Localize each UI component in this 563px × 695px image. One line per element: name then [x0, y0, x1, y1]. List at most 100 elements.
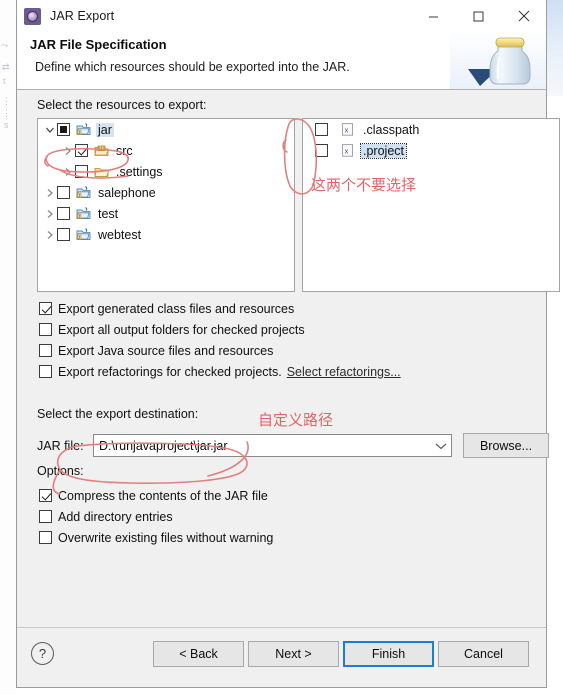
xml-file-icon: x	[340, 143, 357, 158]
jar-file-value: D:\runjavaproject\jar.jar	[99, 438, 228, 453]
source-folder-icon	[93, 143, 110, 158]
chevron-right-icon[interactable]	[60, 143, 75, 158]
jar-file-row: JAR file: D:\runjavaproject\jar.jar Brow…	[37, 433, 549, 458]
jar-option[interactable]: Compress the contents of the JAR file	[39, 485, 273, 506]
chevron-right-icon[interactable]	[42, 185, 57, 200]
finish-button[interactable]: Finish	[343, 641, 434, 667]
jar-option-label: Compress the contents of the JAR file	[58, 488, 268, 503]
help-button[interactable]: ?	[31, 642, 54, 665]
tree-row[interactable]: Jtest	[38, 203, 294, 224]
export-options-group: Export generated class files and resourc…	[39, 298, 401, 382]
jar-option[interactable]: Overwrite existing files without warning	[39, 527, 273, 548]
background-glyph: ⋮	[2, 108, 11, 118]
export-option[interactable]: Export refactorings for checked projects…	[39, 361, 401, 382]
svg-text:J: J	[78, 214, 80, 219]
close-button[interactable]	[501, 0, 546, 32]
minimize-button[interactable]	[411, 0, 456, 32]
export-option[interactable]: Export generated class files and resourc…	[39, 298, 401, 319]
file-row-label: .classpath	[363, 122, 420, 137]
export-option-checkbox[interactable]	[39, 323, 52, 336]
tree-row-label: webtest	[98, 227, 142, 242]
tree-row-label: src	[116, 143, 133, 158]
export-option-label: Export Java source files and resources	[58, 343, 274, 358]
tree-row-label: test	[98, 206, 119, 221]
svg-text:x: x	[345, 146, 349, 155]
select-refactorings-link[interactable]: Select refactorings...	[287, 365, 401, 379]
svg-text:J: J	[78, 193, 80, 198]
chevron-right-icon[interactable]	[42, 227, 57, 242]
export-option-label: Export all output folders for checked pr…	[58, 322, 305, 337]
file-row[interactable]: x .classpath	[303, 119, 559, 140]
next-button[interactable]: Next >	[248, 641, 339, 667]
tree-checkbox[interactable]	[57, 228, 70, 241]
jar-option-label: Add directory entries	[58, 509, 173, 524]
jar-option-label: Overwrite existing files without warning	[58, 530, 274, 545]
tree-row[interactable]: .settings	[38, 161, 294, 182]
dialog-content: Select the resources to export: Jjar src.…	[17, 90, 560, 627]
browse-button[interactable]: Browse...	[463, 433, 549, 458]
export-option-checkbox[interactable]	[39, 365, 52, 378]
chevron-right-icon[interactable]	[60, 164, 75, 179]
svg-text:J: J	[78, 235, 80, 240]
back-button[interactable]: < Back	[153, 641, 244, 667]
java-project-icon: J	[75, 227, 92, 242]
tree-checkbox[interactable]	[57, 207, 70, 220]
chevron-down-icon[interactable]	[435, 435, 447, 456]
tree-checkbox[interactable]	[57, 186, 70, 199]
jar-option-checkbox[interactable]	[39, 531, 52, 544]
file-row-label: .project	[360, 142, 407, 159]
eclipse-jar-icon	[24, 7, 41, 25]
export-option-checkbox[interactable]	[39, 344, 52, 357]
title-bar: JAR Export	[17, 0, 546, 32]
tree-checkbox[interactable]	[75, 144, 88, 157]
java-project-icon: J	[75, 122, 92, 137]
background-glyph: ⋮	[2, 96, 11, 106]
tree-row-label: salephone	[98, 185, 156, 200]
tree-row[interactable]: Jsalephone	[38, 182, 294, 203]
java-project-icon: J	[75, 206, 92, 221]
dialog-button-bar: < Back Next > Finish Cancel	[153, 641, 529, 667]
export-option-checkbox[interactable]	[39, 302, 52, 315]
tree-row-label: .settings	[116, 164, 163, 179]
wizard-header: JAR File Specification Define which reso…	[17, 29, 546, 90]
svg-text:J: J	[78, 130, 80, 135]
background-glyph: ⤳	[1, 40, 9, 50]
tree-row[interactable]: Jwebtest	[38, 224, 294, 245]
resources-label: Select the resources to export:	[37, 98, 207, 112]
maximize-button[interactable]	[456, 0, 501, 32]
jar-option-checkbox[interactable]	[39, 510, 52, 523]
file-checkbox[interactable]	[315, 144, 328, 157]
jar-option-checkbox[interactable]	[39, 489, 52, 502]
destination-label: Select the export destination:	[37, 407, 199, 421]
tree-checkbox[interactable]	[57, 123, 70, 136]
tree-row-label: jar	[96, 122, 114, 137]
jar-option[interactable]: Add directory entries	[39, 506, 273, 527]
tree-checkbox[interactable]	[75, 165, 88, 178]
chevron-right-icon[interactable]	[42, 206, 57, 221]
jar-jar-graphic	[450, 29, 546, 89]
jar-file-input[interactable]: D:\runjavaproject\jar.jar	[93, 434, 452, 457]
file-row[interactable]: x .project	[303, 140, 559, 161]
dialog-footer: ? < Back Next > Finish Cancel	[17, 627, 546, 687]
background-glyph: t	[3, 76, 6, 86]
export-option[interactable]: Export Java source files and resources	[39, 340, 401, 361]
java-project-icon: J	[75, 185, 92, 200]
export-option-label: Export generated class files and resourc…	[58, 301, 295, 316]
window-title: JAR Export	[50, 9, 115, 23]
export-option[interactable]: Export all output folders for checked pr…	[39, 319, 401, 340]
background-glyph: s	[4, 120, 9, 130]
resource-file-list[interactable]: x .classpath x .project	[302, 118, 560, 292]
jar-export-dialog: JAR Export JAR File Specification Define…	[16, 0, 560, 688]
tree-row[interactable]: src	[38, 140, 294, 161]
jar-file-label: JAR file:	[37, 438, 84, 453]
cancel-button[interactable]: Cancel	[438, 641, 529, 667]
resource-tree[interactable]: Jjar src .settings Jsalephone Jtest Jwebtest	[37, 118, 295, 292]
tree-row[interactable]: Jjar	[38, 119, 294, 140]
file-checkbox[interactable]	[315, 123, 328, 136]
xml-file-icon: x	[340, 122, 357, 137]
page-subtitle: Define which resources should be exporte…	[35, 60, 350, 74]
chevron-down-icon[interactable]	[42, 122, 57, 137]
window-controls	[411, 0, 546, 32]
options-label: Options:	[37, 464, 84, 478]
background-glyph: ⇄	[2, 62, 10, 72]
